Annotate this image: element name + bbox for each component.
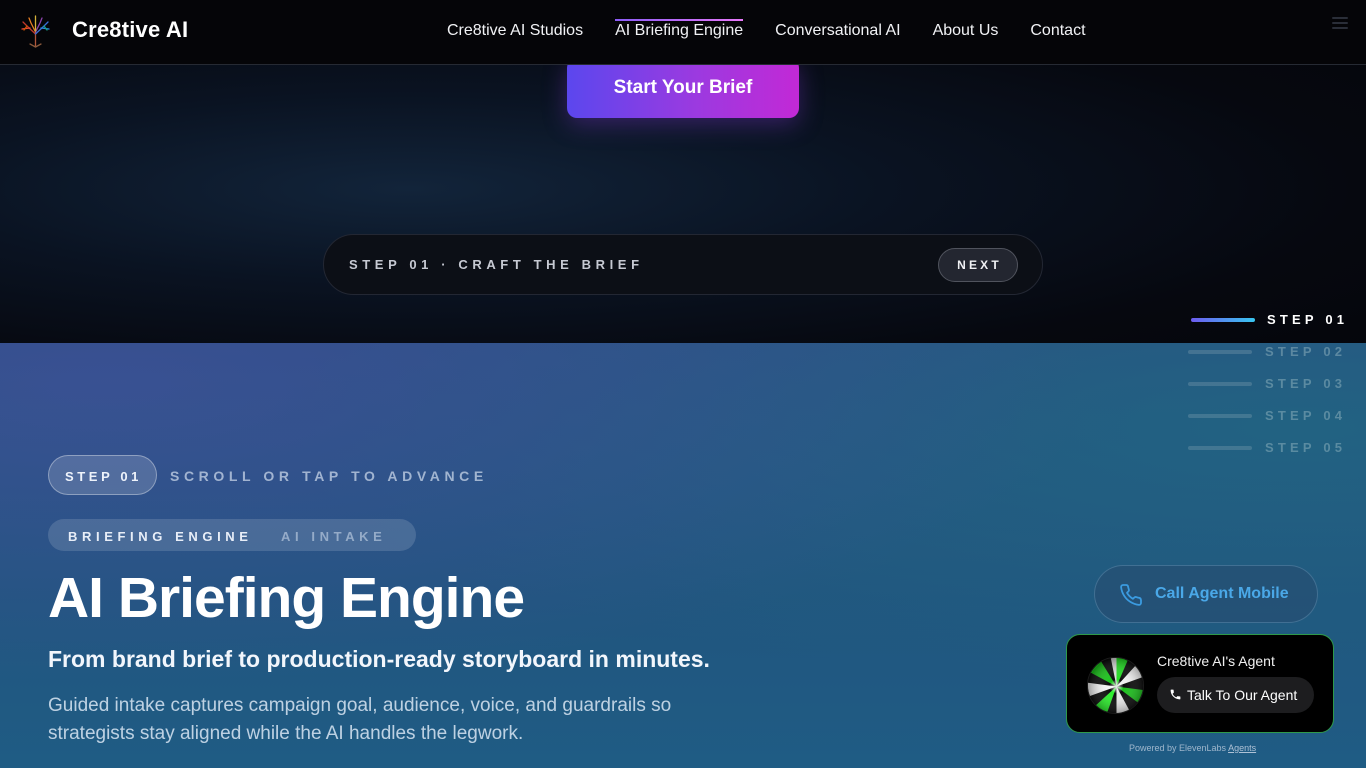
- eyebrow-secondary: AI INTAKE: [281, 529, 387, 544]
- tree-logo-icon[interactable]: [18, 14, 53, 48]
- call-agent-label: Call Agent Mobile: [1155, 585, 1289, 602]
- eyebrow-tag: BRIEFING ENGINE AI INTAKE: [48, 519, 416, 551]
- step-progress-line: [1188, 350, 1252, 354]
- powered-by-note: Powered by ElevenLabs Agents: [1129, 743, 1256, 753]
- nav-link-about-us[interactable]: About Us: [933, 22, 999, 40]
- start-brief-button[interactable]: Start Your Brief: [567, 58, 799, 118]
- step-progress-line: [1188, 446, 1252, 450]
- step-progress-line: [1191, 318, 1255, 322]
- eyebrow-primary: BRIEFING ENGINE: [68, 529, 253, 544]
- phone-icon: [1170, 689, 1181, 700]
- step-progress-line: [1188, 382, 1252, 386]
- step-bar: STEP 01 · CRAFT THE BRIEF NEXT: [323, 234, 1043, 295]
- call-agent-mobile-button[interactable]: Call Agent Mobile: [1094, 565, 1318, 623]
- page-description: Guided intake captures campaign goal, au…: [48, 695, 672, 744]
- step-nav-label: STEP 02: [1265, 344, 1347, 359]
- page-title: AI Briefing Engine: [48, 566, 525, 630]
- step-nav-label: STEP 04: [1265, 408, 1347, 423]
- step-bar-label: STEP 01 · CRAFT THE BRIEF: [349, 257, 644, 272]
- step-nav-item-01[interactable]: STEP 01: [1188, 312, 1358, 328]
- step-nav-label: STEP 03: [1265, 376, 1347, 391]
- talk-to-agent-button[interactable]: Talk To Our Agent: [1157, 677, 1314, 713]
- nav-link-conversational-ai[interactable]: Conversational AI: [775, 22, 900, 40]
- agent-widget: Cre8tive AI's Agent Talk To Our Agent: [1066, 634, 1334, 733]
- talk-to-agent-label: Talk To Our Agent: [1187, 687, 1298, 703]
- powered-by-text: Powered by ElevenLabs: [1129, 743, 1227, 753]
- step-nav-label: STEP 05: [1265, 440, 1347, 455]
- agents-link[interactable]: Agents: [1228, 743, 1256, 753]
- step-badge: STEP 01: [48, 455, 157, 495]
- nav-link-contact[interactable]: Contact: [1030, 22, 1085, 40]
- scroll-hint: SCROLL OR TAP TO ADVANCE: [170, 468, 488, 484]
- hamburger-icon[interactable]: [1332, 17, 1348, 31]
- agent-name: Cre8tive AI's Agent: [1157, 653, 1275, 669]
- nav-link-briefing-engine[interactable]: AI Briefing Engine: [615, 19, 744, 40]
- brand-name[interactable]: Cre8tive AI: [72, 17, 188, 43]
- step-badge-label: STEP 01: [65, 469, 142, 484]
- phone-icon: [1120, 584, 1142, 606]
- page-subtitle: From brand brief to production-ready sto…: [48, 646, 710, 672]
- step-nav-label: STEP 01: [1267, 312, 1349, 327]
- top-nav: Cre8tive AI Cre8tive AI Studios AI Brief…: [0, 0, 1366, 65]
- step-nav-item-03[interactable]: STEP 03: [1188, 376, 1358, 392]
- nav-link-studios[interactable]: Cre8tive AI Studios: [447, 22, 583, 40]
- step-progress-line: [1188, 414, 1252, 418]
- next-button[interactable]: NEXT: [938, 248, 1018, 282]
- step-nav-item-05[interactable]: STEP 05: [1188, 440, 1358, 456]
- step-nav-item-02[interactable]: STEP 02: [1188, 344, 1358, 360]
- agent-orb-avatar: [1087, 657, 1144, 714]
- nav-links: Cre8tive AI Studios AI Briefing Engine C…: [447, 19, 1086, 40]
- step-nav-item-04[interactable]: STEP 04: [1188, 408, 1358, 424]
